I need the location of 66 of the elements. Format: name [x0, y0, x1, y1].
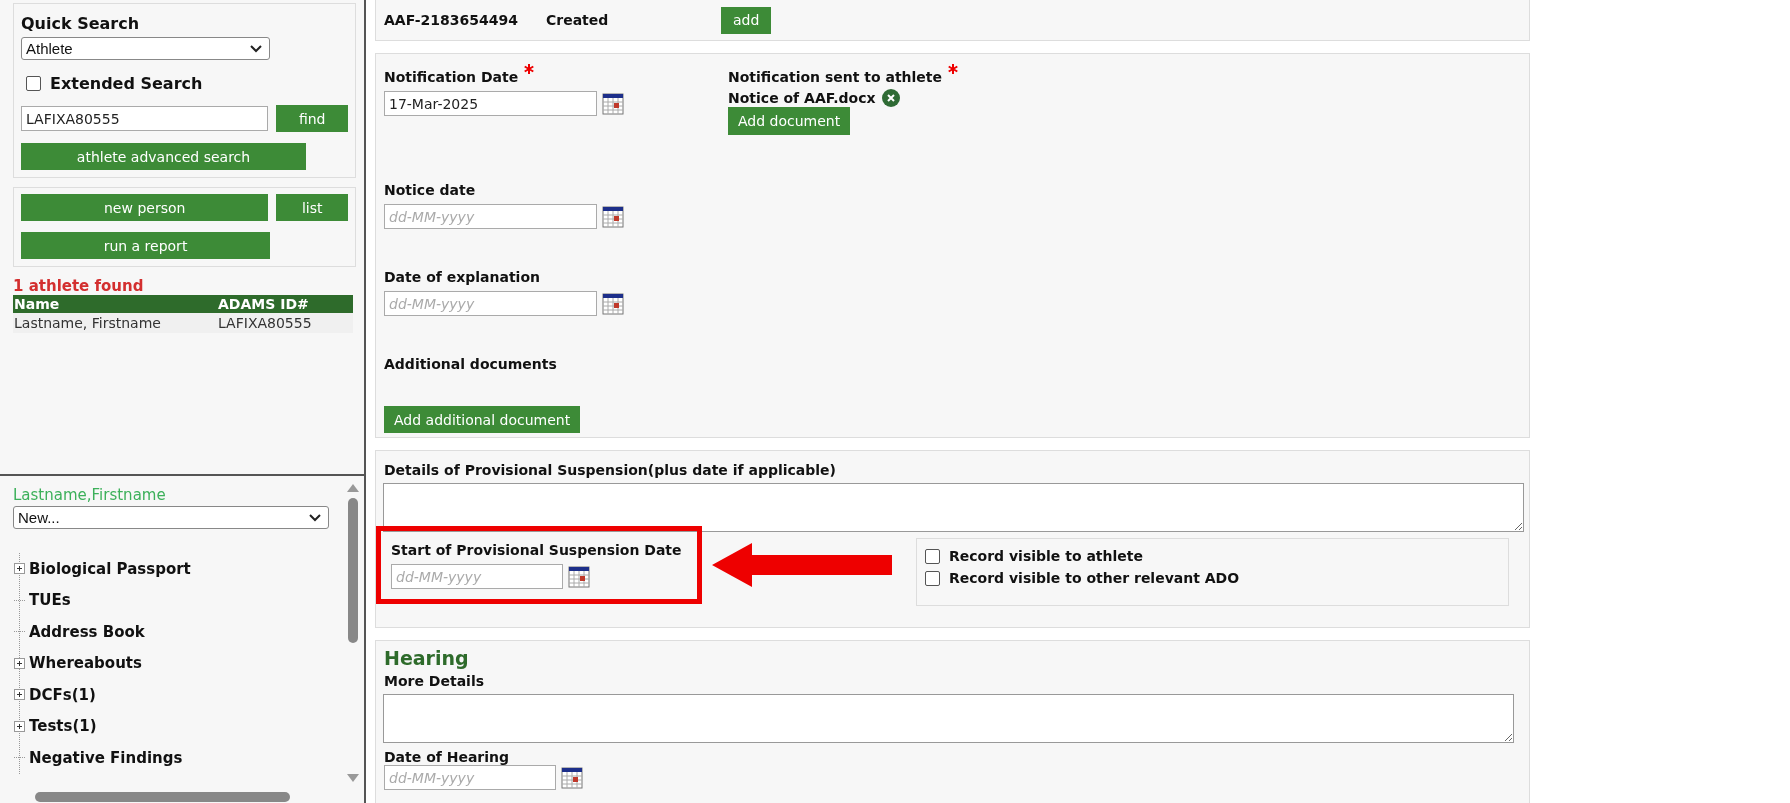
- checkbox-label: Record visible to athlete: [949, 548, 1143, 564]
- chevron-down-icon: [308, 512, 322, 523]
- field-label: Notice date: [384, 182, 477, 198]
- tree-item[interactable]: Negative Findings: [29, 748, 183, 767]
- scroll-thumb[interactable]: [35, 791, 290, 802]
- action-select[interactable]: New...: [13, 506, 329, 529]
- calendar-icon[interactable]: [561, 766, 583, 789]
- calendar-icon[interactable]: [602, 205, 624, 228]
- chevron-down-icon: [249, 43, 263, 54]
- date-field[interactable]: dd-MM-yyyy: [384, 765, 556, 790]
- add-button[interactable]: add: [721, 6, 772, 34]
- calendar-icon[interactable]: [568, 565, 590, 588]
- add-additional-document-button[interactable]: Add additional document: [384, 406, 581, 433]
- table-cell[interactable]: LAFIXA80555: [217, 315, 312, 331]
- expand-icon[interactable]: [14, 689, 25, 701]
- field-label: Notification sent to athlete: [728, 64, 959, 85]
- date-field[interactable]: dd-MM-yyyy: [384, 291, 597, 316]
- results-count: 1 athlete found: [13, 277, 145, 295]
- scroll-thumb[interactable]: [348, 498, 358, 643]
- checkbox-label: Extended Search: [50, 74, 203, 93]
- expand-icon[interactable]: [14, 720, 25, 732]
- date-field[interactable]: dd-MM-yyyy: [384, 204, 597, 229]
- field-label: Date of Hearing: [384, 749, 511, 765]
- tree-item[interactable]: TUEs: [29, 591, 71, 610]
- expand-icon[interactable]: [14, 563, 25, 575]
- find-button[interactable]: find: [276, 105, 348, 132]
- new-person-button[interactable]: new person: [21, 194, 269, 221]
- panel-title: Quick Search: [21, 14, 141, 33]
- list-button[interactable]: list: [276, 194, 348, 221]
- tree-item[interactable]: Whereabouts: [29, 654, 142, 673]
- field-label: Start of Provisional Suspension Date: [391, 542, 683, 558]
- scroll-down-icon[interactable]: [347, 774, 359, 782]
- section-title: Hearing: [384, 647, 470, 669]
- field-label: Notification Date: [384, 64, 728, 85]
- checkbox[interactable]: [26, 76, 41, 91]
- date-field[interactable]: dd-MM-yyyy: [391, 564, 563, 589]
- field-label: Date of explanation: [384, 269, 541, 285]
- field-label: Details of Provisional Suspension(plus date if applicable): [384, 462, 837, 478]
- column-header: ADAMS ID#: [217, 296, 309, 312]
- document-name[interactable]: Notice of AAF.docx: [728, 90, 876, 106]
- tree-item[interactable]: DCFs(1): [29, 685, 96, 704]
- tree-item[interactable]: Biological Passport: [29, 559, 191, 578]
- record-id: AAF-2183654494: [384, 12, 520, 28]
- field-label: More Details: [384, 673, 485, 689]
- search-field[interactable]: LAFIXA80555: [21, 106, 269, 131]
- scroll-up-icon[interactable]: [347, 484, 359, 492]
- text-area[interactable]: [383, 483, 1524, 532]
- column-header: Name: [13, 296, 61, 312]
- expand-icon[interactable]: [14, 657, 25, 669]
- calendar-icon[interactable]: [602, 92, 624, 115]
- checkbox[interactable]: [925, 570, 940, 586]
- search-type-select[interactable]: Athlete: [21, 37, 270, 60]
- tree-item[interactable]: Address Book: [29, 622, 145, 641]
- add-document-button[interactable]: Add document: [728, 107, 851, 135]
- field-label: Additional documents: [384, 356, 558, 372]
- tree-item[interactable]: Tests(1): [29, 717, 97, 736]
- calendar-icon[interactable]: [602, 292, 624, 315]
- checkbox[interactable]: [925, 548, 940, 564]
- table-cell[interactable]: Lastname, Firstname: [13, 315, 217, 331]
- run-report-button[interactable]: run a report: [21, 232, 270, 259]
- remove-icon[interactable]: [881, 89, 900, 107]
- text-area[interactable]: [383, 694, 1514, 743]
- date-field[interactable]: 17-Mar-2025: [384, 91, 597, 116]
- advanced-search-button[interactable]: athlete advanced search: [21, 143, 306, 170]
- checkbox-label: Record visible to other relevant ADO: [949, 570, 1240, 586]
- record-status: Created: [546, 12, 610, 28]
